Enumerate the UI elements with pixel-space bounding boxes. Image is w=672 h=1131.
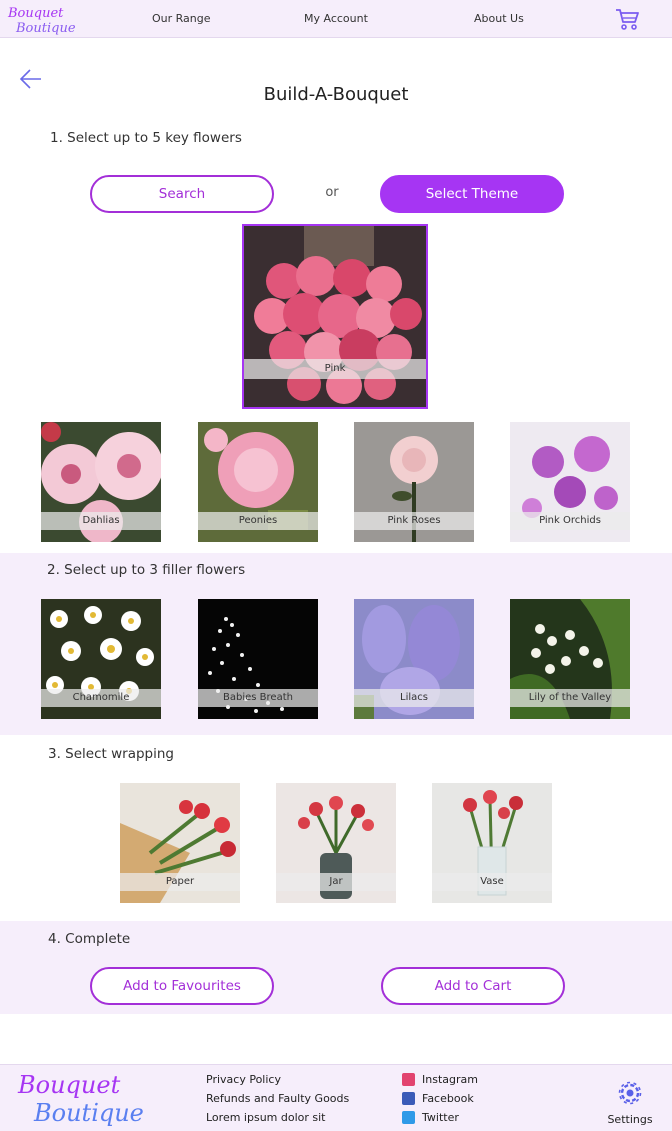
- flower-dahlias[interactable]: Dahlias: [41, 422, 161, 542]
- wrap-jar[interactable]: Jar: [276, 783, 396, 903]
- footer-brand-line1: Bouquet: [17, 1071, 121, 1099]
- footer-brand-line2: Boutique: [33, 1099, 144, 1127]
- add-to-cart-button[interactable]: Add to Cart: [381, 967, 565, 1005]
- filler-chamomile[interactable]: Chamomile: [41, 599, 161, 719]
- filler-lily-of-the-valley[interactable]: Lily of the Valley: [510, 599, 630, 719]
- filler-babies-breath[interactable]: Babies Breath: [198, 599, 318, 719]
- social-twitter[interactable]: Twitter: [402, 1111, 459, 1124]
- nav-about-us[interactable]: About Us: [474, 12, 524, 25]
- instagram-icon: [402, 1073, 415, 1086]
- footer-link-privacy[interactable]: Privacy Policy: [206, 1073, 281, 1086]
- nav-our-range[interactable]: Our Range: [152, 12, 211, 25]
- or-text: or: [325, 185, 339, 200]
- footer: Bouquet Boutique Privacy Policy Refunds …: [0, 1064, 672, 1131]
- gear-icon: [618, 1081, 642, 1105]
- settings-button[interactable]: Settings: [600, 1079, 660, 1129]
- pink-bouquet-image: [244, 226, 426, 407]
- step2-label: 2. Select up to 3 filler flowers: [47, 562, 246, 578]
- flower-label: Lilacs: [354, 689, 474, 707]
- flower-label: Peonies: [198, 512, 318, 530]
- facebook-icon: [402, 1092, 415, 1105]
- wrap-paper[interactable]: Paper: [120, 783, 240, 903]
- social-instagram[interactable]: Instagram: [402, 1073, 478, 1086]
- search-button[interactable]: Search: [90, 175, 274, 213]
- wrap-label: Paper: [120, 873, 240, 891]
- flower-label: Pink Roses: [354, 512, 474, 530]
- filler-lilacs[interactable]: Lilacs: [354, 599, 474, 719]
- footer-link-refunds[interactable]: Refunds and Faulty Goods: [206, 1092, 349, 1105]
- social-facebook[interactable]: Facebook: [402, 1092, 474, 1105]
- settings-label: Settings: [607, 1113, 653, 1126]
- nav-my-account[interactable]: My Account: [304, 12, 368, 25]
- flower-label: Lily of the Valley: [510, 689, 630, 707]
- flower-pink-orchids[interactable]: Pink Orchids: [510, 422, 630, 542]
- wrap-label: Vase: [432, 873, 552, 891]
- flower-label: Pink Orchids: [510, 512, 630, 530]
- brand-logo[interactable]: Bouquet Boutique: [6, 2, 76, 36]
- brand-line2: Boutique: [15, 21, 76, 36]
- theme-label: Pink: [244, 359, 426, 379]
- wrap-vase[interactable]: Vase: [432, 783, 552, 903]
- cart-icon[interactable]: [614, 7, 640, 31]
- social-label: Facebook: [422, 1092, 474, 1105]
- flower-label: Babies Breath: [198, 689, 318, 707]
- brand-line1: Bouquet: [7, 6, 64, 21]
- footer-link-lorem[interactable]: Lorem ipsum dolor sit: [206, 1111, 326, 1124]
- flower-pink-roses[interactable]: Pink Roses: [354, 422, 474, 542]
- flower-label: Chamomile: [41, 689, 161, 707]
- flower-peonies[interactable]: Peonies: [198, 422, 318, 542]
- top-nav-bar: Bouquet Boutique Our Range My Account Ab…: [0, 0, 672, 38]
- select-theme-button[interactable]: Select Theme: [380, 175, 564, 213]
- footer-brand-logo[interactable]: Bouquet Boutique: [14, 1065, 154, 1131]
- page-title: Build-A-Bouquet: [263, 84, 409, 105]
- twitter-icon: [402, 1111, 415, 1124]
- wrap-label: Jar: [276, 873, 396, 891]
- step4-label: 4. Complete: [48, 931, 131, 947]
- social-label: Instagram: [422, 1073, 478, 1086]
- step1-label: 1. Select up to 5 key flowers: [50, 130, 242, 146]
- flower-label: Dahlias: [41, 512, 161, 530]
- theme-card-pink[interactable]: Pink: [242, 224, 428, 409]
- social-label: Twitter: [422, 1111, 459, 1124]
- add-to-favourites-button[interactable]: Add to Favourites: [90, 967, 274, 1005]
- step3-label: 3. Select wrapping: [48, 746, 174, 762]
